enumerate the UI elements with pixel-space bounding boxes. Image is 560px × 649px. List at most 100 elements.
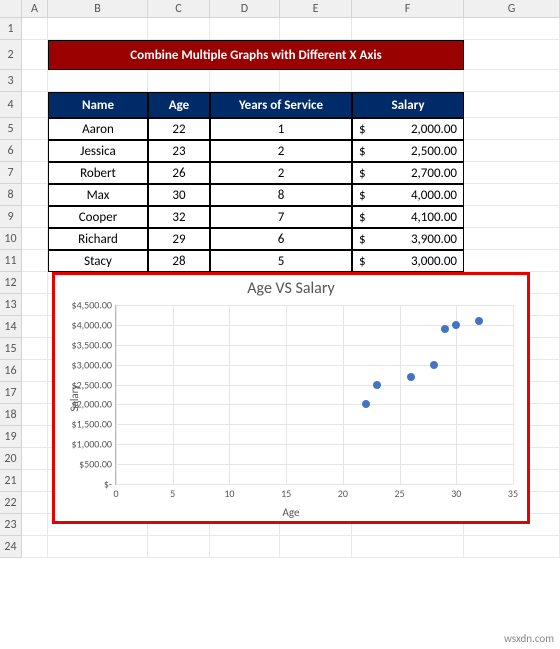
cell-G6[interactable] (464, 140, 560, 162)
cell-G5[interactable] (464, 118, 560, 140)
cell-A23[interactable] (22, 514, 48, 536)
col-header-B[interactable]: B (48, 0, 148, 18)
table-cell[interactable]: 7 (210, 206, 352, 228)
table-cell[interactable]: Jessica (48, 140, 148, 162)
table-cell[interactable]: 26 (148, 162, 210, 184)
row-header-7[interactable]: 7 (0, 162, 22, 184)
row-header-20[interactable]: 20 (0, 448, 22, 470)
col-header-A[interactable]: A (22, 0, 48, 18)
cell-C1[interactable] (148, 18, 210, 40)
row-header-6[interactable]: 6 (0, 140, 22, 162)
cell-A11[interactable] (22, 250, 48, 272)
cell-B24[interactable] (48, 536, 148, 558)
row-header-13[interactable]: 13 (0, 294, 22, 316)
cell-G2[interactable] (464, 40, 560, 70)
cell-A9[interactable] (22, 206, 48, 228)
cell-B1[interactable] (48, 18, 148, 40)
table-header[interactable]: Years of Service (210, 92, 352, 118)
row-header-22[interactable]: 22 (0, 492, 22, 514)
row-header-16[interactable]: 16 (0, 360, 22, 382)
cell-A15[interactable] (22, 338, 48, 360)
table-cell[interactable]: $2,700.00 (352, 162, 464, 184)
cell-G7[interactable] (464, 162, 560, 184)
table-cell[interactable]: 32 (148, 206, 210, 228)
row-header-24[interactable]: 24 (0, 536, 22, 558)
table-cell[interactable]: 23 (148, 140, 210, 162)
cell-D1[interactable] (210, 18, 280, 40)
table-header[interactable]: Salary (352, 92, 464, 118)
cell-A17[interactable] (22, 382, 48, 404)
cell-G10[interactable] (464, 228, 560, 250)
row-header-18[interactable]: 18 (0, 404, 22, 426)
cell-A14[interactable] (22, 316, 48, 338)
row-header-5[interactable]: 5 (0, 118, 22, 140)
table-cell[interactable]: 28 (148, 250, 210, 272)
cell-A8[interactable] (22, 184, 48, 206)
row-header-10[interactable]: 10 (0, 228, 22, 250)
row-header-23[interactable]: 23 (0, 514, 22, 536)
cell-B3[interactable] (48, 70, 148, 92)
table-cell[interactable]: Robert (48, 162, 148, 184)
cell-G11[interactable] (464, 250, 560, 272)
table-cell[interactable]: Stacy (48, 250, 148, 272)
table-cell[interactable]: $2,500.00 (352, 140, 464, 162)
col-header-D[interactable]: D (210, 0, 280, 18)
title-banner[interactable]: Combine Multiple Graphs with Different X… (48, 40, 464, 70)
row-header-19[interactable]: 19 (0, 426, 22, 448)
cell-G8[interactable] (464, 184, 560, 206)
table-cell[interactable]: 30 (148, 184, 210, 206)
cell-A5[interactable] (22, 118, 48, 140)
cell-G3[interactable] (464, 70, 560, 92)
table-cell[interactable]: $4,000.00 (352, 184, 464, 206)
row-header-11[interactable]: 11 (0, 250, 22, 272)
cell-A7[interactable] (22, 162, 48, 184)
table-header[interactable]: Name (48, 92, 148, 118)
table-cell[interactable]: $3,000.00 (352, 250, 464, 272)
col-header-G[interactable]: G (464, 0, 560, 18)
col-header-C[interactable]: C (148, 0, 210, 18)
cell-D24[interactable] (210, 536, 280, 558)
table-cell[interactable]: 29 (148, 228, 210, 250)
cell-D3[interactable] (210, 70, 280, 92)
table-cell[interactable]: 2 (210, 140, 352, 162)
cell-A19[interactable] (22, 426, 48, 448)
cell-A16[interactable] (22, 360, 48, 382)
cell-C3[interactable] (148, 70, 210, 92)
row-header-17[interactable]: 17 (0, 382, 22, 404)
table-cell[interactable]: 22 (148, 118, 210, 140)
col-header-F[interactable]: F (352, 0, 464, 18)
cell-C24[interactable] (148, 536, 210, 558)
cell-A10[interactable] (22, 228, 48, 250)
row-header-1[interactable]: 1 (0, 18, 22, 40)
cell-G4[interactable] (464, 92, 560, 118)
table-cell[interactable]: Cooper (48, 206, 148, 228)
cell-A1[interactable] (22, 18, 48, 40)
table-cell[interactable]: Aaron (48, 118, 148, 140)
cell-A24[interactable] (22, 536, 48, 558)
cell-G9[interactable] (464, 206, 560, 228)
row-header-12[interactable]: 12 (0, 272, 22, 294)
cell-A12[interactable] (22, 272, 48, 294)
cell-F24[interactable] (352, 536, 464, 558)
cell-A3[interactable] (22, 70, 48, 92)
cell-A21[interactable] (22, 470, 48, 492)
row-header-8[interactable]: 8 (0, 184, 22, 206)
row-header-3[interactable]: 3 (0, 70, 22, 92)
row-header-2[interactable]: 2 (0, 40, 22, 70)
table-cell[interactable]: 1 (210, 118, 352, 140)
cell-A2[interactable] (22, 40, 48, 70)
table-cell[interactable]: $4,100.00 (352, 206, 464, 228)
cell-A20[interactable] (22, 448, 48, 470)
table-header[interactable]: Age (148, 92, 210, 118)
cell-A18[interactable] (22, 404, 48, 426)
cell-A6[interactable] (22, 140, 48, 162)
table-cell[interactable]: Richard (48, 228, 148, 250)
cell-E3[interactable] (280, 70, 352, 92)
chart-object[interactable]: Age VS Salary Salary Age $-$500.00$1,000… (52, 272, 530, 524)
table-cell[interactable]: $2,000.00 (352, 118, 464, 140)
cell-G24[interactable] (464, 536, 560, 558)
cell-E1[interactable] (280, 18, 352, 40)
table-cell[interactable]: 2 (210, 162, 352, 184)
row-header-21[interactable]: 21 (0, 470, 22, 492)
cell-F1[interactable] (352, 18, 464, 40)
